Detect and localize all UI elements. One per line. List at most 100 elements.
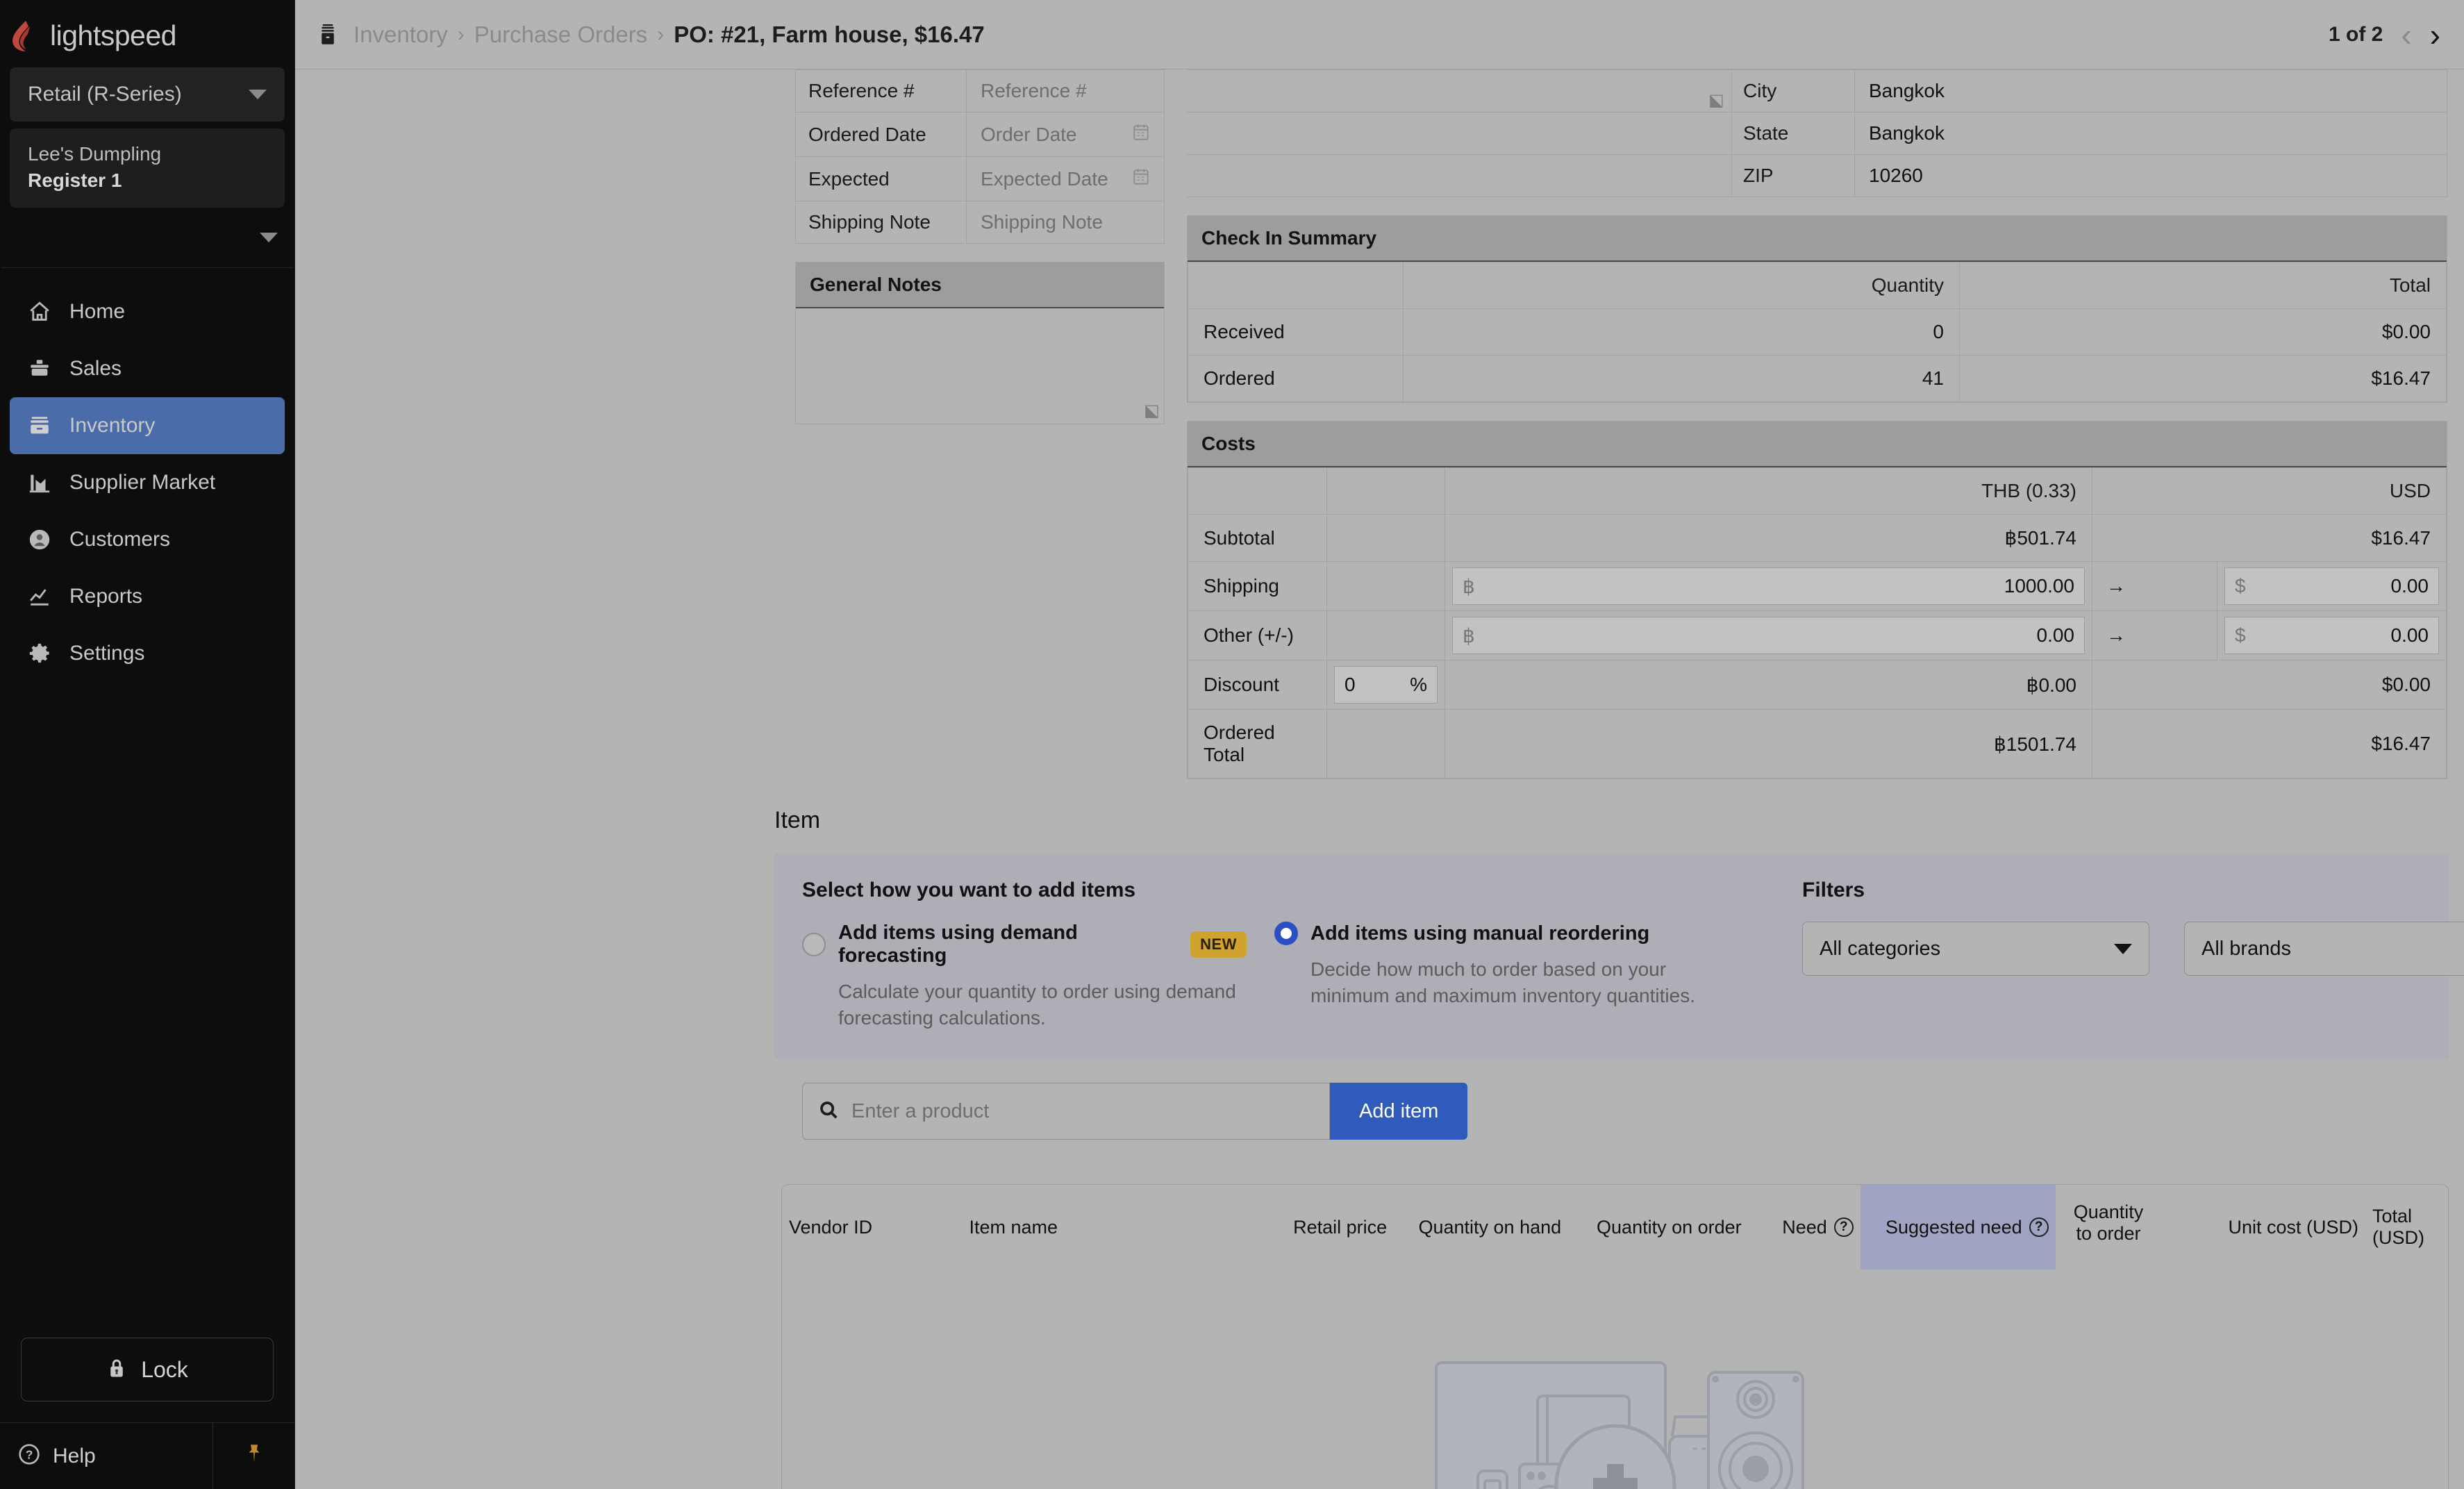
column-header-quantity-on-order[interactable]: Quantity on order bbox=[1568, 1185, 1749, 1270]
address-city-input[interactable]: Bangkok bbox=[1855, 70, 2447, 112]
sidebar-item-sales[interactable]: Sales bbox=[10, 340, 285, 397]
general-notes-textarea[interactable]: ◪ bbox=[796, 308, 1164, 424]
shipping-thb-input[interactable]: ฿ 1000.00 bbox=[1452, 567, 2085, 605]
sidebar-expander[interactable] bbox=[0, 208, 294, 267]
scroll-pane[interactable]: Reference # Reference # Ordered Date Ord… bbox=[295, 69, 2464, 1489]
column-label: Quantity on order bbox=[1597, 1217, 1742, 1238]
ordered-date-input[interactable]: Order Date bbox=[967, 113, 1164, 156]
table-row-other: Other (+/-) ฿ 0.00 → bbox=[1188, 611, 2447, 660]
sidebar-item-inventory[interactable]: Inventory bbox=[10, 397, 285, 454]
help-button[interactable]: ? Help bbox=[0, 1423, 213, 1489]
sidebar-item-label: Settings bbox=[69, 642, 144, 665]
category-filter-value: All categories bbox=[1820, 938, 1940, 960]
app-root: lightspeed Retail (R-Series) Lee's Dumpl… bbox=[0, 0, 2464, 1489]
sidebar-footer: ? Help bbox=[0, 1422, 294, 1489]
sidebar-item-customers[interactable]: Customers bbox=[10, 511, 285, 568]
dollar-symbol: $ bbox=[2235, 575, 2246, 597]
percent-symbol: % bbox=[1410, 674, 1427, 696]
pin-sidebar-button[interactable] bbox=[213, 1423, 294, 1489]
field-label: Reference # bbox=[796, 70, 967, 112]
column-header-suggested-need[interactable]: Suggested need ? bbox=[1861, 1185, 2056, 1270]
column-header-quantity: Quantity bbox=[1404, 263, 1960, 309]
column-header-quantity-on-hand[interactable]: Quantity on hand bbox=[1394, 1185, 1568, 1270]
search-input[interactable] bbox=[851, 1100, 1314, 1123]
column-header-vendor-id[interactable]: Vendor ID bbox=[782, 1185, 963, 1270]
lock-button-label: Lock bbox=[141, 1357, 188, 1383]
category-filter-select[interactable]: All categories bbox=[1802, 922, 2149, 976]
brand-filter-select[interactable]: All brands bbox=[2184, 922, 2464, 976]
other-thb-input[interactable]: ฿ 0.00 bbox=[1452, 617, 2085, 654]
calendar-icon[interactable] bbox=[1132, 122, 1150, 147]
help-icon[interactable]: ? bbox=[2029, 1217, 2049, 1237]
help-icon[interactable]: ? bbox=[1834, 1217, 1854, 1237]
column-header-unit-cost[interactable]: Unit cost (USD) bbox=[2161, 1185, 2365, 1270]
sidebar-item-supplier-market[interactable]: Supplier Market bbox=[10, 454, 285, 511]
discount-percent-input[interactable]: 0 % bbox=[1334, 666, 1438, 704]
column-header-total[interactable]: Total (USD) bbox=[2365, 1185, 2448, 1270]
radio-option-manual-reordering[interactable]: Add items using manual reordering Decide… bbox=[1274, 922, 1719, 1031]
product-selector[interactable]: Retail (R-Series) bbox=[10, 67, 285, 122]
column-header-usd: USD bbox=[2092, 468, 2447, 515]
resize-grip-icon[interactable]: ◪ bbox=[1708, 90, 1724, 110]
product-search-box[interactable] bbox=[802, 1083, 1330, 1140]
row-label-discount: Discount bbox=[1188, 660, 1327, 710]
add-method-radios: Add items using demand forecasting NEW C… bbox=[802, 922, 1719, 1031]
address-state-input[interactable]: Bangkok bbox=[1855, 113, 2447, 154]
resize-grip-icon[interactable]: ◪ bbox=[1144, 401, 1160, 421]
main-area: Inventory › Purchase Orders › PO: #21, F… bbox=[295, 0, 2464, 1489]
filter-selects: All categories All brands bbox=[1802, 922, 2464, 976]
lock-button[interactable]: Lock bbox=[21, 1338, 274, 1401]
radio-manual-reordering[interactable] bbox=[1274, 922, 1298, 945]
conversion-arrow: → bbox=[2092, 611, 2217, 660]
sidebar-item-settings[interactable]: Settings bbox=[10, 625, 285, 682]
other-usd-input[interactable]: $ 0.00 bbox=[2224, 617, 2439, 654]
notes-resize-area[interactable]: ◪ bbox=[1187, 70, 1731, 112]
discount-usd: $0.00 bbox=[2092, 660, 2447, 710]
item-section-heading: Item bbox=[295, 779, 2464, 854]
sidebar-item-label: Home bbox=[69, 300, 125, 324]
prev-page-button[interactable]: ‹ bbox=[2401, 19, 2411, 51]
sidebar-item-home[interactable]: Home bbox=[10, 283, 285, 340]
help-circle-icon: ? bbox=[18, 1443, 40, 1469]
blank-cell bbox=[1327, 611, 1445, 660]
radio-option-demand-forecasting[interactable]: Add items using demand forecasting NEW C… bbox=[802, 922, 1247, 1031]
column-header-quantity-to-order[interactable]: Quantity to order bbox=[2056, 1185, 2162, 1270]
calendar-icon[interactable] bbox=[1132, 167, 1150, 191]
register-icon bbox=[28, 357, 51, 381]
next-page-button[interactable]: › bbox=[2430, 19, 2440, 51]
address-zip-input[interactable]: 10260 bbox=[1855, 155, 2447, 197]
column-header-retail-price[interactable]: Retail price bbox=[1202, 1185, 1395, 1270]
store-register-card[interactable]: Lee's Dumpling Register 1 bbox=[10, 128, 285, 208]
radio-demand-forecasting[interactable] bbox=[802, 933, 826, 956]
filters-group: Filters All categories All brands bbox=[1802, 879, 2464, 976]
add-item-button[interactable]: Add item bbox=[1330, 1083, 1467, 1140]
row-label-received: Received bbox=[1188, 309, 1404, 356]
blank-cell bbox=[1327, 515, 1445, 562]
shipping-usd-value: 0.00 bbox=[2391, 575, 2429, 597]
column-header-need[interactable]: Need ? bbox=[1749, 1185, 1861, 1270]
electronics-plus-illustration bbox=[1421, 1320, 1810, 1489]
address-label: City bbox=[1731, 70, 1855, 112]
table-row-discount: Discount 0 % ฿0.00 $0.00 bbox=[1188, 660, 2447, 710]
column-header-total: Total bbox=[1960, 263, 2447, 309]
shipping-usd-input[interactable]: $ 0.00 bbox=[2224, 567, 2439, 605]
vendor-address-table: ◪ City Bangkok State Bangkok bbox=[1187, 69, 2447, 197]
address-row: ◪ City Bangkok bbox=[1187, 69, 2447, 112]
sidebar-item-reports[interactable]: Reports bbox=[10, 568, 285, 625]
breadcrumb-inventory[interactable]: Inventory bbox=[353, 22, 448, 48]
table-row-subtotal: Subtotal ฿501.74 $16.47 bbox=[1188, 515, 2447, 562]
inventory-box-icon bbox=[28, 414, 51, 438]
row-label-ordered: Ordered bbox=[1188, 356, 1404, 402]
subtotal-usd: $16.47 bbox=[2092, 515, 2447, 562]
brand-logo: lightspeed bbox=[0, 0, 294, 67]
expected-date-input[interactable]: Expected Date bbox=[967, 157, 1164, 201]
shipping-note-input[interactable]: Shipping Note bbox=[967, 201, 1164, 243]
reference-number-input[interactable]: Reference # bbox=[967, 70, 1164, 112]
address-label: State bbox=[1731, 113, 1855, 154]
row-label-other: Other (+/-) bbox=[1188, 611, 1327, 660]
shipping-thb-value: 1000.00 bbox=[2004, 575, 2074, 597]
column-header-item-name[interactable]: Item name bbox=[963, 1185, 1202, 1270]
check-in-summary-table: Quantity Total Received 0 $0.00 Ordered bbox=[1188, 262, 2447, 402]
row-label-shipping: Shipping bbox=[1188, 562, 1327, 611]
breadcrumb-purchase-orders[interactable]: Purchase Orders bbox=[474, 22, 647, 48]
